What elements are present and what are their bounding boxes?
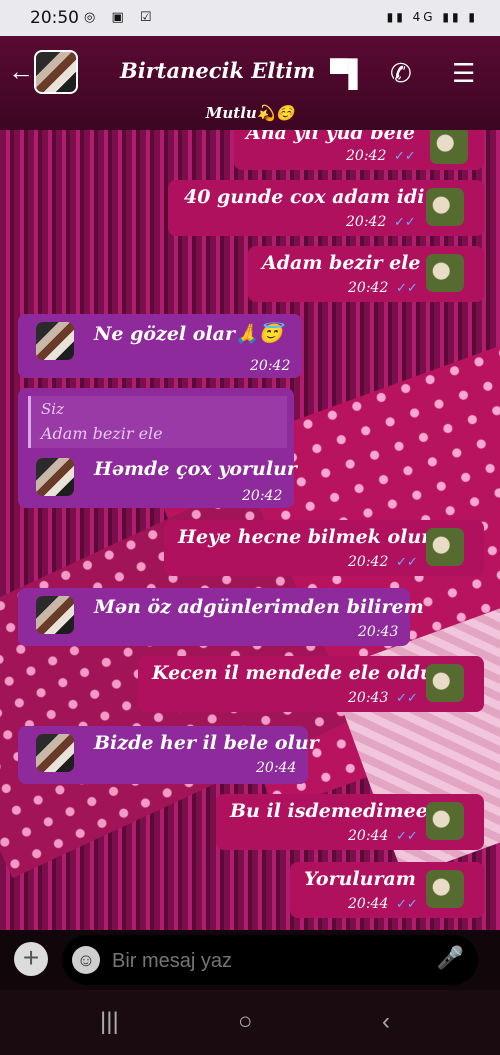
read-receipt-icon: ✓✓ [396, 690, 418, 705]
message-incoming[interactable]: Ne gözel olar🙏😇 20:42 [18, 314, 302, 378]
message-incoming[interactable]: Mən öz adgünlerimden bilirem 20:43 [18, 588, 424, 646]
contact-status: Mutlu💫☺️ [205, 104, 295, 122]
quoted-sender: Siz [41, 400, 64, 418]
message-outgoing[interactable]: Yoruluram 20:44 ✓✓ [290, 862, 484, 918]
message-input[interactable] [110, 943, 434, 979]
message-text: Heye hecne bilmek olur [178, 526, 432, 548]
message-incoming-reply[interactable]: Siz Adam bezir ele Həmde çox yorulur 20:… [18, 388, 297, 508]
phone-call-icon[interactable]: ✆ [390, 58, 412, 89]
read-receipt-icon: ✓✓ [396, 896, 418, 911]
read-receipt-icon: ✓✓ [394, 214, 416, 229]
recents-icon[interactable]: ||| [100, 1008, 119, 1036]
menu-icon[interactable]: ☰ [452, 58, 475, 89]
home-icon[interactable]: ○ [238, 1008, 253, 1036]
read-receipt-icon: ✓✓ [396, 554, 418, 569]
my-avatar [426, 802, 464, 840]
read-receipt-icon: ✓✓ [396, 280, 418, 295]
contact-avatar[interactable] [34, 50, 78, 94]
composer-bar: + ☺ 🎤 [0, 930, 500, 990]
read-receipt-icon: ✓✓ [394, 148, 416, 163]
message-time: 20:44 [348, 896, 389, 912]
message-text: Kecen il mendede ele oldu [152, 662, 434, 684]
microphone-icon[interactable]: 🎤 [437, 945, 464, 971]
message-time: 20:42 [348, 280, 389, 296]
clock: 20:50 [30, 8, 79, 28]
my-avatar [426, 254, 464, 292]
contact-avatar [36, 734, 74, 772]
emoji-icon[interactable]: ☺ [72, 946, 100, 974]
message-text: 40 gunde cox adam idi [184, 186, 425, 208]
message-text: Mən öz adgünlerimden bilirem [94, 596, 424, 618]
chat-header: ← Birtanecik Eltim ▀▌ ✆ ☰ Mutlu💫☺️ [0, 36, 500, 130]
message-text: Ne gözel olar🙏😇 [94, 323, 283, 345]
contact-avatar [36, 458, 74, 496]
message-text: Adam bezir ele [262, 252, 421, 274]
message-outgoing[interactable]: Ana yli yud bele 20:42 ✓✓ [234, 130, 484, 170]
my-avatar [426, 188, 464, 226]
read-receipt-icon: ✓✓ [396, 828, 418, 843]
message-input-wrapper: ☺ 🎤 [62, 935, 478, 985]
contact-name[interactable]: Birtanecik Eltim [120, 58, 315, 83]
message-time: 20:42 [242, 488, 283, 504]
message-time: 20:43 [358, 624, 399, 640]
message-text: Bu il isdemedimee [230, 800, 428, 822]
signal-battery-icons: ▮▮ 4G ▮▮ ▮ [386, 10, 478, 24]
message-outgoing[interactable]: Kecen il mendede ele oldu 20:43 ✓✓ [138, 656, 484, 712]
system-navigation-bar: ||| ○ ‹ [0, 990, 500, 1055]
video-call-icon[interactable]: ▀▌ [330, 58, 367, 89]
message-list[interactable]: Ana yli yud bele 20:42 ✓✓ 40 gunde cox a… [0, 130, 500, 930]
message-incoming[interactable]: Bizde her il bele olur 20:44 [18, 726, 319, 784]
message-time: 20:44 [256, 760, 297, 776]
message-time: 20:43 [348, 690, 389, 706]
message-outgoing[interactable]: 40 gunde cox adam idi 20:42 ✓✓ [168, 180, 484, 236]
message-time: 20:42 [346, 148, 387, 164]
quoted-message[interactable]: Siz Adam bezir ele [28, 396, 287, 448]
notification-icons: ◎ ▣ ☑ [84, 10, 158, 25]
message-time: 20:42 [346, 214, 387, 230]
my-avatar [426, 870, 464, 908]
message-text: Yoruluram [304, 868, 416, 890]
message-time: 20:44 [348, 828, 389, 844]
message-outgoing[interactable]: Bu il isdemedimee 20:44 ✓✓ [216, 794, 484, 850]
message-outgoing[interactable]: Adam bezir ele 20:42 ✓✓ [248, 246, 484, 302]
back-arrow-icon[interactable]: ← [8, 56, 34, 87]
message-time: 20:42 [348, 554, 389, 570]
contact-avatar [36, 322, 74, 360]
message-time: 20:42 [250, 358, 291, 374]
contact-avatar [36, 596, 74, 634]
my-avatar [426, 528, 464, 566]
message-text: Həmde çox yorulur [94, 458, 297, 480]
my-avatar [426, 664, 464, 702]
message-text: Bizde her il bele olur [94, 732, 319, 754]
message-outgoing[interactable]: Heye hecne bilmek olur 20:42 ✓✓ [164, 520, 484, 576]
message-text: Ana yli yud bele [246, 130, 416, 144]
status-bar: 20:50 ◎ ▣ ☑ ▮▮ 4G ▮▮ ▮ [0, 0, 500, 36]
nav-back-icon[interactable]: ‹ [382, 1008, 390, 1036]
attach-plus-icon[interactable]: + [14, 942, 48, 976]
my-avatar [430, 130, 468, 164]
quoted-text: Adam bezir ele [41, 424, 163, 443]
